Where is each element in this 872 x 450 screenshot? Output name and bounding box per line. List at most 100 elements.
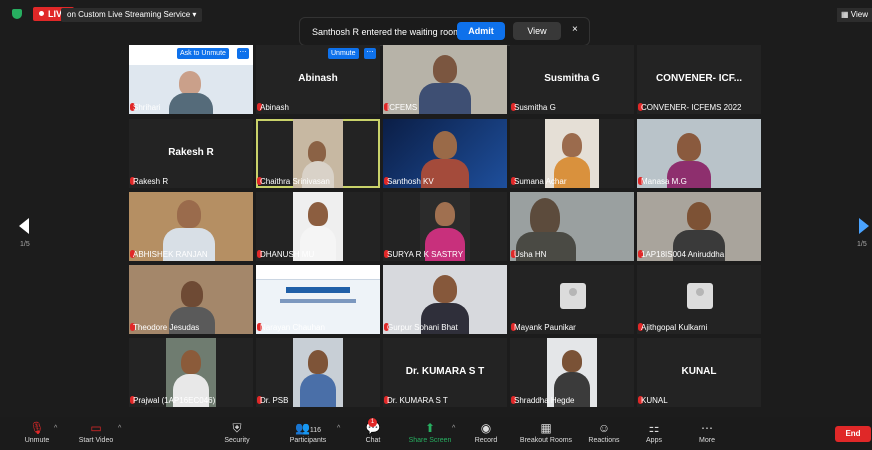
participant-face — [687, 202, 711, 230]
previous-page-arrow-icon[interactable] — [19, 218, 29, 234]
record-button[interactable]: ◉ Record — [472, 421, 500, 444]
more-options-button[interactable]: ⋯ — [364, 48, 376, 59]
unmute-button[interactable]: Unmute — [328, 48, 359, 59]
video-tile[interactable]: Gurpur Sohani Bhat — [383, 265, 507, 334]
active-speaker-tile[interactable]: Chaithra Srinivasan — [256, 119, 380, 188]
breakout-rooms-button[interactable]: ▦ Breakout Rooms — [516, 421, 576, 444]
participant-face — [179, 71, 201, 95]
participant-name: CONVENER- ICFEMS 2022 — [641, 103, 742, 112]
participant-name: ABHISHEK RANJAN — [133, 250, 208, 259]
apps-label: Apps — [646, 437, 662, 444]
video-tile[interactable]: Rakesh R Rakesh R — [129, 119, 253, 188]
next-page-arrow-icon[interactable] — [859, 218, 869, 234]
unmute-label: Unmute — [24, 437, 50, 444]
record-icon: ◉ — [480, 421, 492, 435]
video-tile[interactable]: DHANUSH MU — [256, 192, 380, 261]
participant-name: Theodore Jesudas — [133, 323, 200, 332]
view-waiting-button[interactable]: View — [513, 22, 561, 40]
video-tile[interactable]: ABHISHEK RANJAN — [129, 192, 253, 261]
chevron-up-icon[interactable]: ^ — [452, 425, 455, 432]
start-video-button[interactable]: ▭ Start Video — [74, 421, 118, 444]
video-tile[interactable]: Ask to Unmute ⋯ Shrihari — [129, 45, 253, 114]
shield-icon[interactable] — [12, 9, 22, 19]
video-tile[interactable]: Shraddha Hegde — [510, 338, 634, 407]
video-tile[interactable]: Dr. PSB — [256, 338, 380, 407]
unmute-button[interactable]: 🎙 Unmute — [20, 421, 54, 444]
reactions-button[interactable]: ☺ Reactions — [586, 421, 622, 444]
share-screen-label: Share Screen — [408, 437, 452, 444]
participant-display-name: Rakesh R — [168, 147, 214, 158]
participant-name: DHANUSH MU — [260, 250, 315, 259]
participant-name: Abinash — [260, 103, 289, 112]
more-icon: ⋯ — [701, 421, 713, 435]
chevron-up-icon[interactable]: ^ — [54, 425, 57, 432]
participant-face — [562, 133, 582, 157]
security-label: Security — [224, 437, 250, 444]
security-button[interactable]: ⛨ Security — [220, 421, 254, 444]
participant-name: Manasa M.G — [641, 177, 687, 186]
close-icon[interactable]: × — [572, 24, 578, 35]
start-video-label: Start Video — [78, 437, 114, 444]
participant-face — [530, 198, 560, 236]
video-tile[interactable]: Susmitha G Susmitha G — [510, 45, 634, 114]
view-menu-button[interactable]: ▦ View — [837, 8, 872, 22]
participant-face — [177, 200, 201, 228]
participant-face — [308, 141, 326, 163]
more-button[interactable]: ⋯ More — [694, 421, 720, 444]
apps-button[interactable]: ⚏ Apps — [642, 421, 666, 444]
participant-name: Shrihari — [133, 103, 161, 112]
video-tile[interactable]: Usha HN — [510, 192, 634, 261]
participant-name: Gurpur Sohani Bhat — [387, 323, 458, 332]
chevron-up-icon[interactable]: ^ — [118, 425, 121, 432]
participant-name: SURYA R K SASTRY — [387, 250, 464, 259]
more-options-button[interactable]: ⋯ — [237, 48, 249, 59]
apps-icon: ⚏ — [648, 421, 660, 435]
chat-badge: 1 — [368, 418, 377, 427]
video-tile[interactable]: Santhosh KV — [383, 119, 507, 188]
video-tile[interactable]: Theodore Jesudas — [129, 265, 253, 334]
grid-icon: ▦ — [841, 10, 849, 19]
video-tile[interactable]: Mayank Paunikar — [510, 265, 634, 334]
video-tile[interactable]: Abinash Unmute ⋯ Abinash — [256, 45, 380, 114]
video-off-icon: ▭ — [90, 421, 102, 435]
page-indicator-right: 1/5 — [857, 241, 867, 248]
chat-icon: 💬 1 — [365, 418, 381, 435]
participant-face — [433, 131, 457, 159]
video-tile[interactable]: SURYA R K SASTRY — [383, 192, 507, 261]
end-meeting-button[interactable]: End — [835, 426, 871, 442]
video-tile[interactable]: KUNAL KUNAL — [637, 338, 761, 407]
video-tile[interactable]: 1AP18IS004 Aniruddha — [637, 192, 761, 261]
chevron-up-icon[interactable]: ^ — [337, 425, 340, 432]
participant-display-name: Dr. KUMARA S T — [405, 366, 485, 377]
avatar — [687, 283, 713, 309]
video-tile[interactable]: Prajwal (1AP16EC046) — [129, 338, 253, 407]
stream-dropdown[interactable]: on Custom Live Streaming Service ▾ — [61, 8, 203, 22]
chat-button[interactable]: 💬 1 Chat — [360, 418, 386, 444]
participant-name: Ajithgopal Kulkarni — [641, 323, 708, 332]
slide-subtitle-bar — [280, 299, 356, 303]
video-tile[interactable]: Dr. KUMARA S T Dr. KUMARA S T — [383, 338, 507, 407]
participants-icon: 👥116 — [294, 421, 322, 435]
participant-display-name: CONVENER- ICF... — [655, 73, 743, 84]
participant-face — [677, 133, 701, 161]
breakout-rooms-icon: ▦ — [540, 421, 552, 435]
video-tile[interactable]: Sumana Achar — [510, 119, 634, 188]
video-tile[interactable]: CONVENER- ICF... CONVENER- ICFEMS 2022 — [637, 45, 761, 114]
admit-button[interactable]: Admit — [457, 22, 505, 40]
meeting-toolbar: 🎙 Unmute ^ ▭ Start Video ^ ⛨ Security 👥1… — [0, 417, 872, 450]
video-tile[interactable]: Manasa M.G — [637, 119, 761, 188]
participant-name: ICFEMS — [387, 103, 418, 112]
view-label: View — [850, 10, 868, 19]
video-tile[interactable]: Narayan Chauhan — [256, 265, 380, 334]
chat-label: Chat — [365, 437, 381, 444]
record-label: Record — [474, 437, 498, 444]
participants-button[interactable]: 👥116 Participants — [283, 421, 333, 444]
participant-name: Chaithra Srinivasan — [260, 177, 330, 186]
video-tile[interactable]: Ajithgopal Kulkarni — [637, 265, 761, 334]
video-tile[interactable]: ICFEMS — [383, 45, 507, 114]
muted-mic-icon: 🎙 — [29, 421, 45, 435]
participant-body — [419, 83, 471, 114]
participant-face — [435, 202, 455, 226]
share-screen-button[interactable]: ⬆ Share Screen — [406, 421, 454, 444]
ask-to-unmute-button[interactable]: Ask to Unmute — [177, 48, 229, 59]
